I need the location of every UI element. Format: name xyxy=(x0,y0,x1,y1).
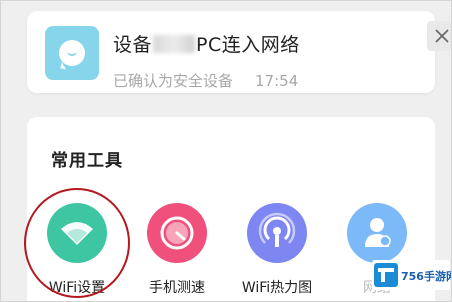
device-connected-notification[interactable]: 设备 PC连入网络 已确认为安全设备 17:54 xyxy=(27,11,451,93)
notification-title-prefix: 设备 xyxy=(113,34,153,56)
tool-label: 手机测速 xyxy=(149,280,205,296)
tool-wifi-heatmap[interactable]: WiFi热力图 xyxy=(227,203,327,297)
notification-time: 17:54 xyxy=(255,72,299,90)
watermark: 756手游网 xyxy=(372,260,452,290)
tool-phone-speed-test[interactable]: 手机测速 xyxy=(127,203,227,297)
close-icon xyxy=(435,29,449,43)
speedometer-icon xyxy=(147,203,207,263)
tool-label: WiFi热力图 xyxy=(241,280,313,296)
user-shield-icon xyxy=(347,203,407,263)
redacted-device-name xyxy=(153,35,196,53)
notification-subtitle: 已确认为安全设备 xyxy=(113,72,234,90)
highlight-annotation-ring xyxy=(24,188,130,298)
watermark-text: 756手游网 xyxy=(401,270,452,283)
notification-title: 设备 PC连入网络 xyxy=(113,30,300,57)
watermark-logo-icon xyxy=(374,263,398,287)
notification-title-suffix: PC连入网络 xyxy=(196,34,300,56)
signal-tower-icon xyxy=(247,203,307,263)
chat-bubble-icon xyxy=(45,26,99,80)
tools-title: 常用工具 xyxy=(51,151,123,171)
close-button[interactable] xyxy=(427,21,451,51)
screen: 设备 PC连入网络 已确认为安全设备 17:54 常用工具 WiFi设置 手机测… xyxy=(0,0,452,302)
notification-subtitle-row: 已确认为安全设备 17:54 xyxy=(113,70,298,91)
